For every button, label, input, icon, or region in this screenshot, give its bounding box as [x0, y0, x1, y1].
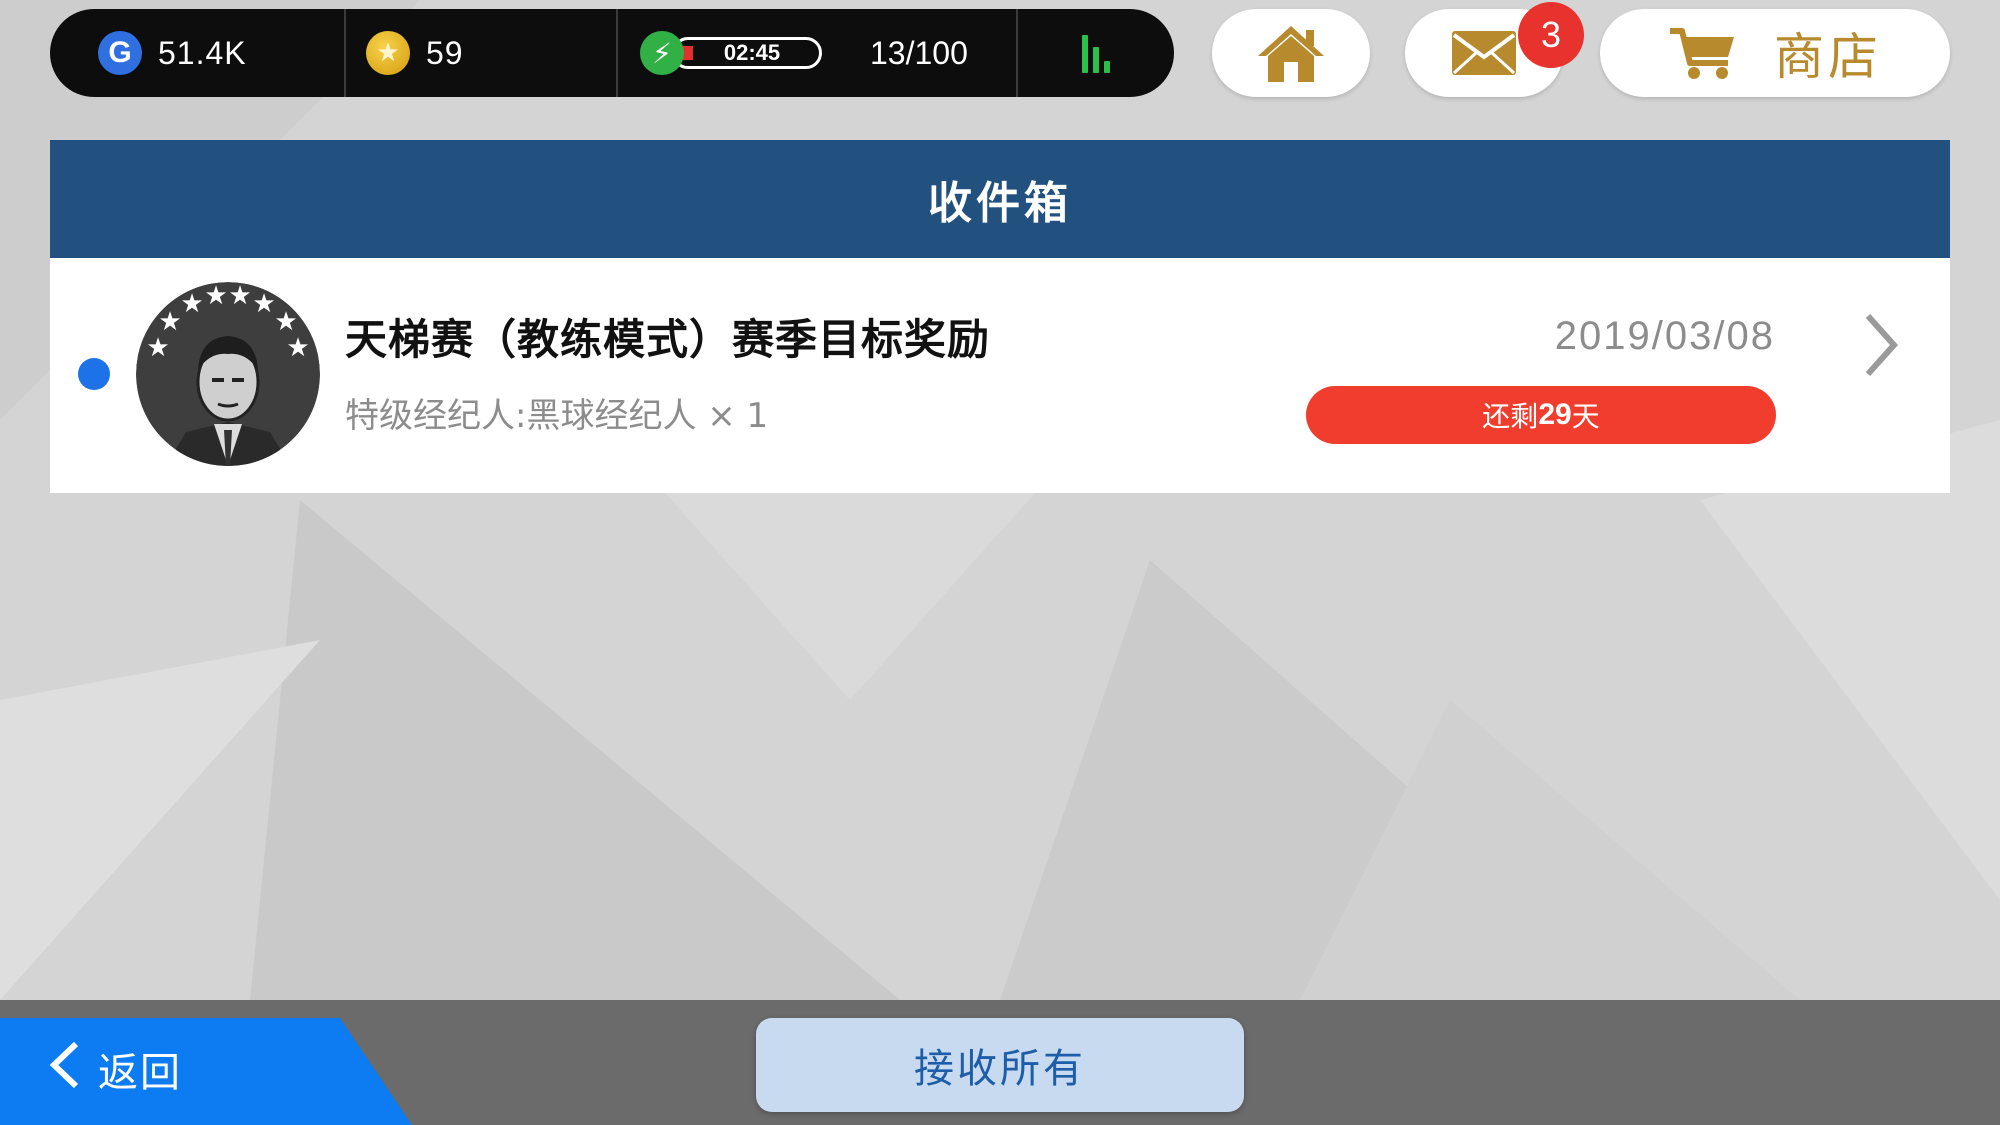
mail-list-item[interactable]: ★ ★ ★ ★ ★ ★ ★ ★ 天梯赛（教练模式）赛季目标奖励 特级经纪人:黑球经纪人 ×…: [50, 258, 1950, 493]
svg-text:★: ★: [286, 333, 309, 363]
energy-fill: [683, 46, 693, 60]
shopping-cart-icon: [1670, 28, 1734, 79]
home-icon: [1258, 26, 1324, 82]
expiry-days: 29: [1538, 398, 1572, 431]
svg-text:★: ★: [204, 282, 227, 311]
energy-count: 13/100: [870, 34, 968, 71]
back-label[interactable]: 返回: [98, 1040, 182, 1098]
agent-avatar: ★ ★ ★ ★ ★ ★ ★ ★: [136, 282, 320, 466]
connection-status[interactable]: [1018, 9, 1174, 97]
shop-label: 商店: [1774, 28, 1882, 86]
energy-bar: 02:45: [672, 37, 822, 69]
expiry-badge: 还剩 29 天: [1306, 386, 1776, 444]
svg-text:★: ★: [158, 307, 181, 337]
mail-unread-badge: 3: [1518, 2, 1584, 68]
mail-reward-text: 特级经纪人:黑球经纪人 × 1: [345, 396, 769, 436]
svg-text:★: ★: [252, 289, 275, 319]
mail-date: 2019/03/08: [1554, 314, 1775, 358]
gp-value: 51.4K: [158, 34, 247, 71]
svg-text:★: ★: [180, 289, 203, 319]
inbox-title: 收件箱: [50, 140, 1950, 258]
currency-status-bar: G 51.4K ★ 59 ⚡ 02:45 13/100: [50, 9, 1174, 97]
gp-balance[interactable]: G 51.4K: [50, 9, 346, 97]
envelope-icon: [1452, 31, 1516, 75]
coin-value: 59: [426, 34, 464, 71]
energy-timer: 02:45: [723, 40, 781, 65]
home-button[interactable]: [1212, 9, 1370, 97]
expiry-suffix: 天: [1571, 400, 1600, 433]
chevron-right-icon: [1865, 313, 1899, 377]
energy-meter[interactable]: ⚡ 02:45 13/100: [618, 9, 1018, 97]
svg-text:★: ★: [228, 282, 251, 311]
svg-text:★: ★: [146, 333, 169, 363]
expiry-prefix: 还剩: [1482, 400, 1539, 433]
star-coin-icon: ★: [366, 31, 410, 75]
signal-strength-icon: [1082, 33, 1110, 73]
coin-balance[interactable]: ★ 59: [346, 9, 618, 97]
chevron-left-icon: [49, 1041, 79, 1089]
receive-all-button[interactable]: 接收所有: [756, 1018, 1244, 1112]
shop-button[interactable]: 商店: [1600, 9, 1950, 97]
gp-icon: G: [98, 31, 142, 75]
mail-title: 天梯赛（教练模式）赛季目标奖励: [345, 315, 991, 364]
unread-indicator: [78, 358, 110, 390]
lightning-bolt-icon: ⚡: [640, 31, 684, 75]
